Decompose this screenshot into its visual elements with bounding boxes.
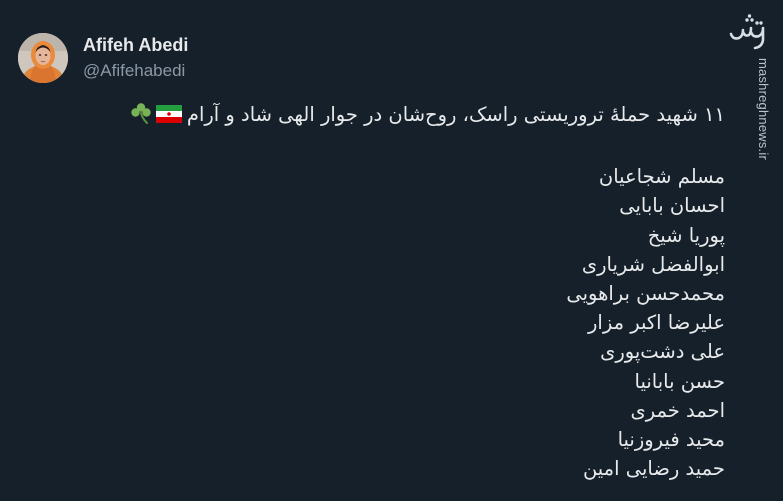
- martyr-name: احسان بابایی: [619, 194, 725, 218]
- martyr-name: علیرضا اکبر مزار: [587, 311, 725, 335]
- tweet-text: ۱۱ شهید حملهٔ تروریستی راسک، روح‌شان در …: [85, 100, 725, 483]
- martyr-name: پوریا شیخ: [647, 223, 725, 247]
- martyr-name: مسلم شجاعیان: [598, 165, 725, 189]
- avatar[interactable]: [18, 33, 68, 83]
- watermark-url: mashreghnews.ir: [756, 58, 771, 160]
- author-display-name[interactable]: Afifeh Abedi: [83, 35, 188, 56]
- martyr-name: محید فیروزنیا: [617, 428, 725, 452]
- tweet-headline-line: ۱۱ شهید حملهٔ تروریستی راسک، روح‌شان در …: [85, 100, 725, 133]
- mashregh-logo: [725, 10, 769, 52]
- martyr-name: علی دشت‌پوری: [600, 340, 725, 364]
- martyr-name: احمد خمری: [630, 398, 725, 422]
- iran-flag-icon: [155, 102, 182, 131]
- martyr-name: حسن بابانیا: [634, 369, 725, 393]
- martyr-name: ابوالفضل شریاری: [581, 252, 725, 276]
- avatar-image: [18, 33, 68, 83]
- author-handle[interactable]: @Afifehabedi: [83, 61, 185, 81]
- martyr-name: حمید رضایی امین: [582, 457, 725, 481]
- tweet-card: Afifeh Abedi @Afifehabedi ۱۱ شهید حملهٔ …: [0, 0, 783, 501]
- martyr-name: محمدحسن براهویی: [566, 282, 725, 306]
- tweet-headline: ۱۱ شهید حملهٔ تروریستی راسک، روح‌شان در …: [186, 103, 725, 126]
- shamrock-icon: [129, 101, 153, 133]
